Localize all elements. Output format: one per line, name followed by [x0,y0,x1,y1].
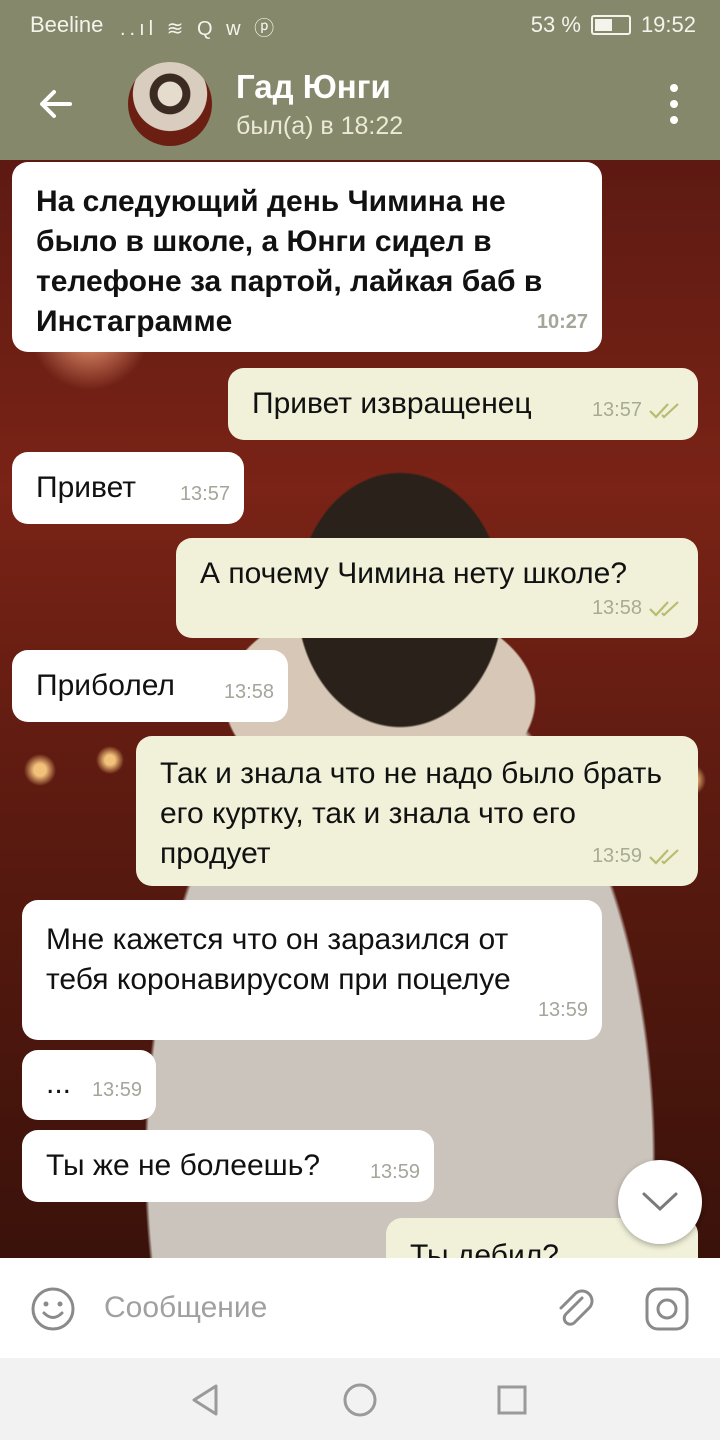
message-time: 13:57 [179,483,230,505]
read-check-icon [649,403,679,419]
scroll-down-button[interactable] [618,1160,702,1244]
read-check-icon [649,849,679,865]
message-text: На следующий день Чимина не было в школе… [36,185,543,338]
message-input-bar [0,1258,720,1358]
message-bubble[interactable]: Привет 13:57 [12,452,244,524]
message-time: 13:59 [591,845,642,867]
contact-name[interactable]: Гад Юнги [236,68,391,106]
message-bubble[interactable]: Ты же не болеешь? 13:59 [22,1130,434,1202]
message-bubble[interactable]: Приболел 13:58 [12,650,288,722]
system-nav-bar [0,1358,720,1440]
battery-icon [590,15,631,35]
message-text: Мне кажется что он заразился от тебя кор… [46,923,511,996]
status-right: 53 % 19:52 [531,12,696,38]
nav-back-icon[interactable] [186,1380,226,1420]
paperclip-icon[interactable] [552,1286,598,1332]
read-check-icon [649,601,679,617]
message-bubble[interactable]: Привет извращенец 13:57 [228,368,698,440]
battery-percent: 53 % [530,12,581,37]
message-bubble[interactable]: ... 13:59 [22,1050,156,1120]
status-bar: Beeline ..ıl ≋ Q w ⓟ 53 % 19:52 [0,0,720,48]
message-text: Ты дебил? [410,1239,559,1258]
emoji-smile-icon[interactable] [30,1286,76,1332]
message-time: 13:58 [591,597,642,619]
chevron-down-icon [642,1192,678,1212]
message-time: 13:58 [223,681,274,703]
camera-icon[interactable] [644,1286,690,1332]
chat-header: Гад Юнги был(а) в 18:22 [0,48,720,160]
chat-area[interactable]: На следующий день Чимина не было в школе… [0,160,720,1258]
message-input[interactable] [104,1284,524,1332]
message-text: Ты же не болеешь? [46,1149,321,1182]
contact-avatar[interactable] [128,62,212,146]
message-bubble[interactable]: А почему Чимина нету школе? 13:58 [176,538,698,638]
message-time: 13:59 [537,999,588,1021]
nav-home-icon[interactable] [340,1380,380,1420]
message-time: 13:59 [369,1161,420,1183]
status-icons: ..ıl ≋ Q w ⓟ [120,18,279,40]
back-arrow-icon[interactable] [36,84,76,124]
carrier-name: Beeline [30,12,104,37]
message-bubble[interactable]: Мне кажется что он заразился от тебя кор… [22,900,602,1040]
message-bubble[interactable]: На следующий день Чимина не было в школе… [12,162,602,352]
clock: 19:52 [640,12,696,37]
message-time: 13:59 [91,1079,142,1101]
message-bubble[interactable]: Так и знала что не надо было брать его к… [136,736,698,886]
message-time: 13:57 [591,399,642,421]
last-seen-status: был(а) в 18:22 [236,112,404,140]
message-time: 10:27 [536,311,588,333]
nav-recent-icon[interactable] [492,1380,532,1420]
more-menu-icon[interactable] [664,84,684,124]
